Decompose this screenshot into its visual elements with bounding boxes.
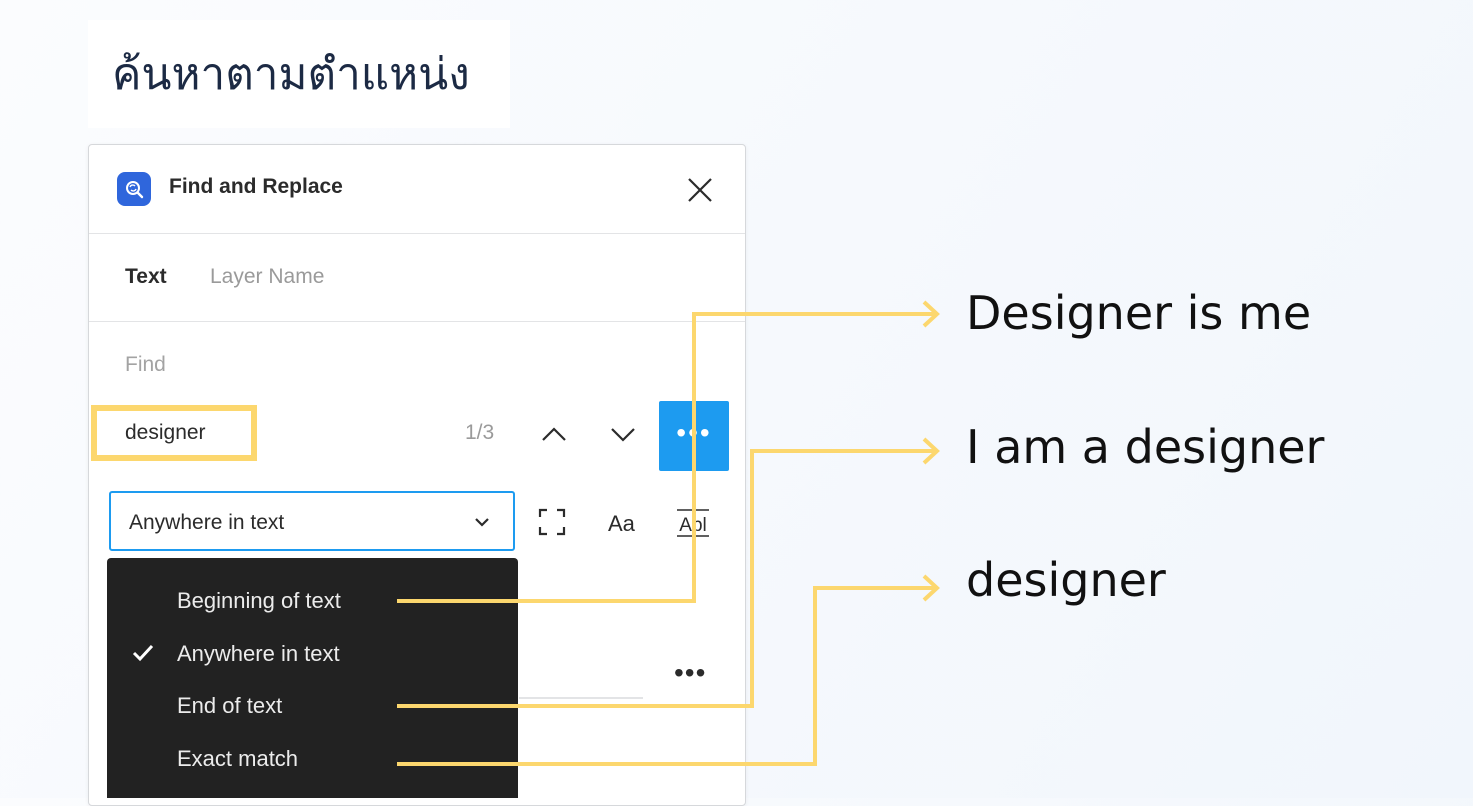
dropdown-item-anywhere[interactable]: Anywhere in text <box>177 641 340 667</box>
page-heading: ค้นหาตามตำแหน่ง <box>112 49 470 100</box>
search-mode-dropdown: Beginning of text Anywhere in text End o… <box>107 558 518 798</box>
tab-text[interactable]: Text <box>125 265 167 289</box>
result-end: I am a designer <box>966 420 1325 474</box>
chevron-down-icon[interactable] <box>606 417 640 451</box>
find-options-button[interactable]: ••• <box>659 401 729 471</box>
divider <box>519 697 643 699</box>
frame-selection-icon[interactable] <box>537 507 567 541</box>
whole-word-label: Abl <box>679 515 706 536</box>
find-label: Find <box>125 353 166 376</box>
tab-bar: Text Layer Name <box>89 233 745 322</box>
arrow-head-2 <box>922 437 940 465</box>
close-icon[interactable] <box>685 175 715 205</box>
panel-header: Find and Replace <box>89 145 745 234</box>
match-count: 1/3 <box>465 421 495 444</box>
check-icon <box>131 642 155 669</box>
search-mode-select[interactable]: Anywhere in text <box>109 491 515 551</box>
more-horizontal-icon: ••• <box>676 417 712 448</box>
chevron-up-icon[interactable] <box>537 417 571 451</box>
find-replace-icon <box>117 172 151 206</box>
dropdown-item-end[interactable]: End of text <box>177 693 282 719</box>
result-beginning: Designer is me <box>966 286 1312 340</box>
chevron-down-icon <box>473 515 491 534</box>
heading-box: ค้นหาตามตำแหน่ง <box>88 20 510 128</box>
result-exact: designer <box>966 553 1166 607</box>
arrow-head-3 <box>922 574 940 602</box>
dropdown-item-beginning[interactable]: Beginning of text <box>177 588 341 614</box>
arrow-head-1 <box>922 300 940 328</box>
tab-layer-name[interactable]: Layer Name <box>210 265 324 289</box>
match-case-button[interactable]: Aa <box>608 511 635 537</box>
find-input[interactable]: designer <box>125 421 206 445</box>
panel-title: Find and Replace <box>169 175 343 198</box>
dropdown-item-exact[interactable]: Exact match <box>177 746 298 772</box>
search-mode-value: Anywhere in text <box>129 511 285 534</box>
more-horizontal-icon[interactable]: ••• <box>674 657 706 689</box>
whole-word-icon[interactable]: Abl <box>675 507 711 541</box>
